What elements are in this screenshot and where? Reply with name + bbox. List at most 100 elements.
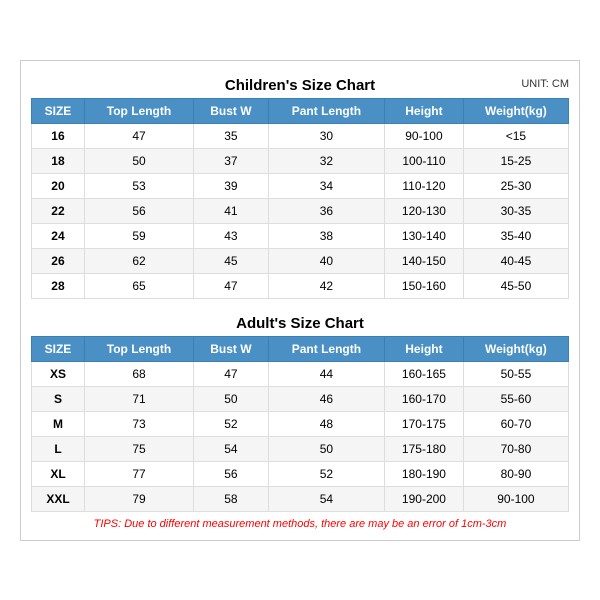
table-cell: 50 xyxy=(84,148,193,173)
table-cell: 80-90 xyxy=(463,461,568,486)
table-cell: 50-55 xyxy=(463,361,568,386)
table-cell: 43 xyxy=(194,223,269,248)
col-pant-length-a: Pant Length xyxy=(268,336,384,361)
col-size: SIZE xyxy=(32,98,85,123)
table-cell: 175-180 xyxy=(385,436,464,461)
table-cell: 40 xyxy=(268,248,384,273)
table-cell: 54 xyxy=(194,436,269,461)
table-cell: 47 xyxy=(194,361,269,386)
table-cell: 47 xyxy=(194,273,269,298)
col-top-length-a: Top Length xyxy=(84,336,193,361)
table-cell: 53 xyxy=(84,173,193,198)
table-row: 20533934110-12025-30 xyxy=(32,173,569,198)
table-cell: 35 xyxy=(194,123,269,148)
col-size-a: SIZE xyxy=(32,336,85,361)
col-bust-w-a: Bust W xyxy=(194,336,269,361)
table-cell: 190-200 xyxy=(385,486,464,511)
table-cell: XL xyxy=(32,461,85,486)
table-cell: 130-140 xyxy=(385,223,464,248)
table-cell: 47 xyxy=(84,123,193,148)
table-cell: 140-150 xyxy=(385,248,464,273)
table-cell: XS xyxy=(32,361,85,386)
table-cell: 18 xyxy=(32,148,85,173)
adults-title: Adult's Size Chart xyxy=(31,309,569,336)
table-cell: 70-80 xyxy=(463,436,568,461)
table-row: L755450175-18070-80 xyxy=(32,436,569,461)
table-cell: 34 xyxy=(268,173,384,198)
col-weight-a: Weight(kg) xyxy=(463,336,568,361)
table-cell: 41 xyxy=(194,198,269,223)
table-cell: 39 xyxy=(194,173,269,198)
table-cell: 150-160 xyxy=(385,273,464,298)
table-cell: 28 xyxy=(32,273,85,298)
table-cell: L xyxy=(32,436,85,461)
table-row: XL775652180-19080-90 xyxy=(32,461,569,486)
table-cell: 90-100 xyxy=(463,486,568,511)
table-cell: S xyxy=(32,386,85,411)
table-cell: 15-25 xyxy=(463,148,568,173)
table-cell: 42 xyxy=(268,273,384,298)
table-cell: 16 xyxy=(32,123,85,148)
table-cell: 45 xyxy=(194,248,269,273)
children-title-text: Children's Size Chart xyxy=(225,77,375,94)
table-cell: 37 xyxy=(194,148,269,173)
adults-table: SIZE Top Length Bust W Pant Length Heigh… xyxy=(31,336,569,512)
col-height: Height xyxy=(385,98,464,123)
table-cell: 40-45 xyxy=(463,248,568,273)
adults-header-row: SIZE Top Length Bust W Pant Length Heigh… xyxy=(32,336,569,361)
table-cell: 44 xyxy=(268,361,384,386)
table-cell: 30 xyxy=(268,123,384,148)
table-cell: 160-170 xyxy=(385,386,464,411)
chart-container: Children's Size Chart UNIT: CM SIZE Top … xyxy=(20,60,580,541)
table-cell: 48 xyxy=(268,411,384,436)
table-row: 1647353090-100<15 xyxy=(32,123,569,148)
table-cell: 38 xyxy=(268,223,384,248)
table-cell: 52 xyxy=(194,411,269,436)
col-bust-w: Bust W xyxy=(194,98,269,123)
table-cell: 35-40 xyxy=(463,223,568,248)
unit-label: UNIT: CM xyxy=(521,78,569,90)
table-cell: 30-35 xyxy=(463,198,568,223)
table-cell: 71 xyxy=(84,386,193,411)
table-cell: 180-190 xyxy=(385,461,464,486)
table-cell: 24 xyxy=(32,223,85,248)
col-height-a: Height xyxy=(385,336,464,361)
table-cell: 73 xyxy=(84,411,193,436)
col-weight: Weight(kg) xyxy=(463,98,568,123)
table-cell: 100-110 xyxy=(385,148,464,173)
table-cell: 160-165 xyxy=(385,361,464,386)
table-cell: 170-175 xyxy=(385,411,464,436)
table-cell: 65 xyxy=(84,273,193,298)
table-cell: 20 xyxy=(32,173,85,198)
col-pant-length: Pant Length xyxy=(268,98,384,123)
children-title: Children's Size Chart UNIT: CM xyxy=(31,71,569,98)
table-cell: 110-120 xyxy=(385,173,464,198)
table-cell: 54 xyxy=(268,486,384,511)
col-top-length: Top Length xyxy=(84,98,193,123)
children-header-row: SIZE Top Length Bust W Pant Length Heigh… xyxy=(32,98,569,123)
table-cell: 77 xyxy=(84,461,193,486)
table-cell: 90-100 xyxy=(385,123,464,148)
table-cell: 45-50 xyxy=(463,273,568,298)
table-cell: 79 xyxy=(84,486,193,511)
table-cell: 50 xyxy=(268,436,384,461)
table-cell: 56 xyxy=(194,461,269,486)
table-cell: 26 xyxy=(32,248,85,273)
table-cell: 62 xyxy=(84,248,193,273)
table-cell: 50 xyxy=(194,386,269,411)
table-cell: 52 xyxy=(268,461,384,486)
children-table: SIZE Top Length Bust W Pant Length Heigh… xyxy=(31,98,569,299)
table-cell: <15 xyxy=(463,123,568,148)
table-cell: 32 xyxy=(268,148,384,173)
table-row: 28654742150-16045-50 xyxy=(32,273,569,298)
table-cell: 60-70 xyxy=(463,411,568,436)
table-row: 24594338130-14035-40 xyxy=(32,223,569,248)
table-cell: 58 xyxy=(194,486,269,511)
table-cell: M xyxy=(32,411,85,436)
adults-title-text: Adult's Size Chart xyxy=(236,315,364,332)
table-row: XXL795854190-20090-100 xyxy=(32,486,569,511)
table-cell: 22 xyxy=(32,198,85,223)
table-cell: 68 xyxy=(84,361,193,386)
table-cell: 46 xyxy=(268,386,384,411)
table-row: M735248170-17560-70 xyxy=(32,411,569,436)
